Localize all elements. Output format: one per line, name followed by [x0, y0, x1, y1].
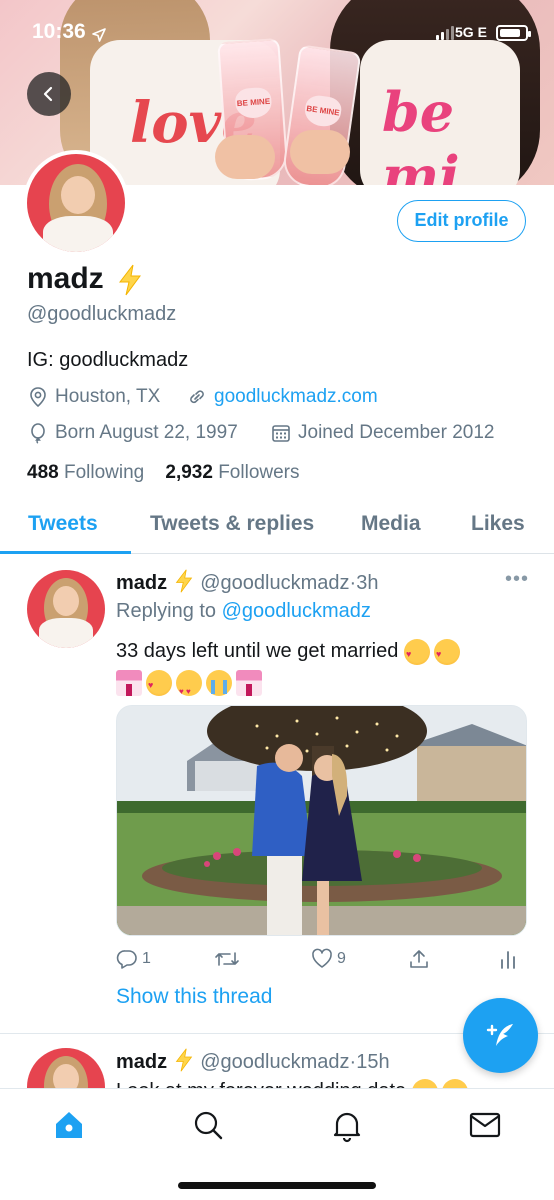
profile-birthday: Born August 22, 1997 — [27, 422, 238, 444]
reply-action[interactable]: 1 — [116, 948, 151, 970]
notifications-bell-icon[interactable] — [329, 1107, 365, 1143]
profile-handle: @goodluckmadz — [27, 303, 177, 325]
tweet-text: 33 days left until we get married — [116, 636, 526, 707]
search-icon[interactable] — [190, 1107, 226, 1143]
smiling-hearts-emoji-icon — [411, 1078, 438, 1088]
tweet-body: Look at my forever wedding date — [116, 1080, 406, 1088]
share-action[interactable] — [408, 948, 430, 970]
battery-icon — [496, 25, 531, 41]
status-time: 10:36 — [32, 20, 86, 43]
smiling-hearts-emoji-icon — [146, 669, 172, 701]
lightning-bolt-icon — [118, 264, 141, 296]
smiling-hearts-emoji-icon — [403, 638, 430, 670]
tab-media[interactable]: Media — [361, 512, 421, 536]
more-options-icon[interactable]: ••• — [505, 568, 529, 591]
followers-link[interactable]: 2,932 Followers — [165, 462, 299, 483]
profile-bio: IG: goodluckmadz — [27, 349, 189, 371]
tweet-header: madz @goodluckmadz·15h — [116, 1048, 390, 1074]
following-link[interactable]: 488 Following — [27, 462, 144, 483]
tweet-time: 3h — [356, 572, 379, 594]
crying-emoji-icon — [206, 669, 232, 696]
messages-envelope-icon[interactable] — [467, 1107, 503, 1143]
balloon-icon — [31, 423, 45, 444]
tweet-photo[interactable] — [116, 705, 527, 936]
following-label: Following — [63, 462, 145, 483]
profile-name: madz — [27, 262, 104, 295]
website-link[interactable]: goodluckmadz.com — [214, 386, 378, 408]
heart-icon — [312, 948, 332, 968]
tweet-time: 15h — [356, 1051, 390, 1073]
chevron-left-icon — [43, 86, 53, 102]
reply-to-handle[interactable]: @goodluckmadz — [222, 600, 371, 622]
tweet-handle: @goodluckmadz — [200, 572, 350, 594]
retweet-action[interactable] — [214, 948, 244, 970]
location-text: Houston, TX — [55, 386, 161, 407]
like-count: 9 — [337, 950, 346, 967]
like-action[interactable]: 9 — [311, 948, 346, 970]
analytics-action[interactable] — [498, 948, 518, 970]
reply-count: 1 — [142, 950, 151, 967]
home-indicator — [178, 1182, 376, 1189]
location-arrow-icon — [92, 28, 106, 42]
profile-website[interactable]: goodluckmadz.com — [186, 386, 378, 408]
analytics-icon — [501, 951, 515, 969]
share-icon — [410, 950, 428, 968]
reply-context: Replying to @goodluckmadz — [116, 600, 371, 623]
compose-tweet-button[interactable] — [463, 998, 538, 1073]
profile-tabs: Tweets Tweets & replies Media Likes — [0, 498, 554, 554]
followers-label: Followers — [218, 462, 300, 483]
tab-tweets[interactable]: Tweets — [28, 512, 98, 536]
edit-profile-button[interactable]: Edit profile — [397, 200, 526, 242]
birthday-text: Born August 22, 1997 — [55, 422, 238, 443]
tweet-avatar[interactable] — [27, 570, 105, 648]
tweet-body: 33 days left until we get married — [116, 640, 399, 662]
tweet-header: madz @goodluckmadz·3h — [116, 569, 378, 595]
tweet-avatar[interactable] — [27, 1048, 105, 1088]
follow-stats: 488 Following 2,932 Followers — [27, 462, 300, 484]
tweet-author-name[interactable]: madz — [116, 1051, 167, 1073]
retweet-icon — [215, 952, 239, 966]
lightning-bolt-icon — [175, 569, 192, 593]
lightning-bolt-icon — [175, 1048, 192, 1072]
tab-likes[interactable]: Likes — [471, 512, 525, 536]
active-tab-indicator — [0, 551, 131, 554]
show-thread-link[interactable]: Show this thread — [116, 985, 272, 1009]
tweet-handle: @goodluckmadz — [200, 1051, 350, 1073]
tweet-actions: 1 9 — [116, 948, 526, 976]
network-label: 5G E — [455, 24, 487, 40]
link-icon — [190, 390, 204, 404]
signal-icon — [436, 26, 454, 40]
following-count: 488 — [27, 462, 59, 483]
reply-icon — [116, 950, 137, 969]
tweet-text: Look at my forever wedding date — [116, 1076, 526, 1088]
profile-joined: Joined December 2012 — [270, 422, 494, 444]
wedding-chapel-emoji-icon — [116, 669, 142, 696]
back-button[interactable] — [27, 72, 71, 116]
calendar-icon — [272, 425, 290, 442]
location-pin-icon — [30, 387, 46, 408]
profile-avatar[interactable] — [23, 150, 129, 256]
joined-text: Joined December 2012 — [298, 422, 495, 443]
tweet-author-name[interactable]: madz — [116, 572, 167, 594]
heart-eyes-emoji-icon — [176, 669, 202, 707]
smiling-hearts-emoji-icon — [433, 638, 460, 670]
wedding-chapel-emoji-icon — [236, 669, 262, 696]
smiling-hearts-emoji-icon — [441, 1078, 468, 1088]
home-icon[interactable] — [51, 1107, 87, 1143]
reply-prefix: Replying to — [116, 600, 217, 622]
followers-count: 2,932 — [165, 462, 213, 483]
profile-location: Houston, TX — [27, 386, 160, 408]
tab-tweets-replies[interactable]: Tweets & replies — [150, 512, 314, 536]
compose-quill-icon — [486, 1023, 513, 1046]
status-bar: 10:36 5G E — [0, 16, 554, 50]
